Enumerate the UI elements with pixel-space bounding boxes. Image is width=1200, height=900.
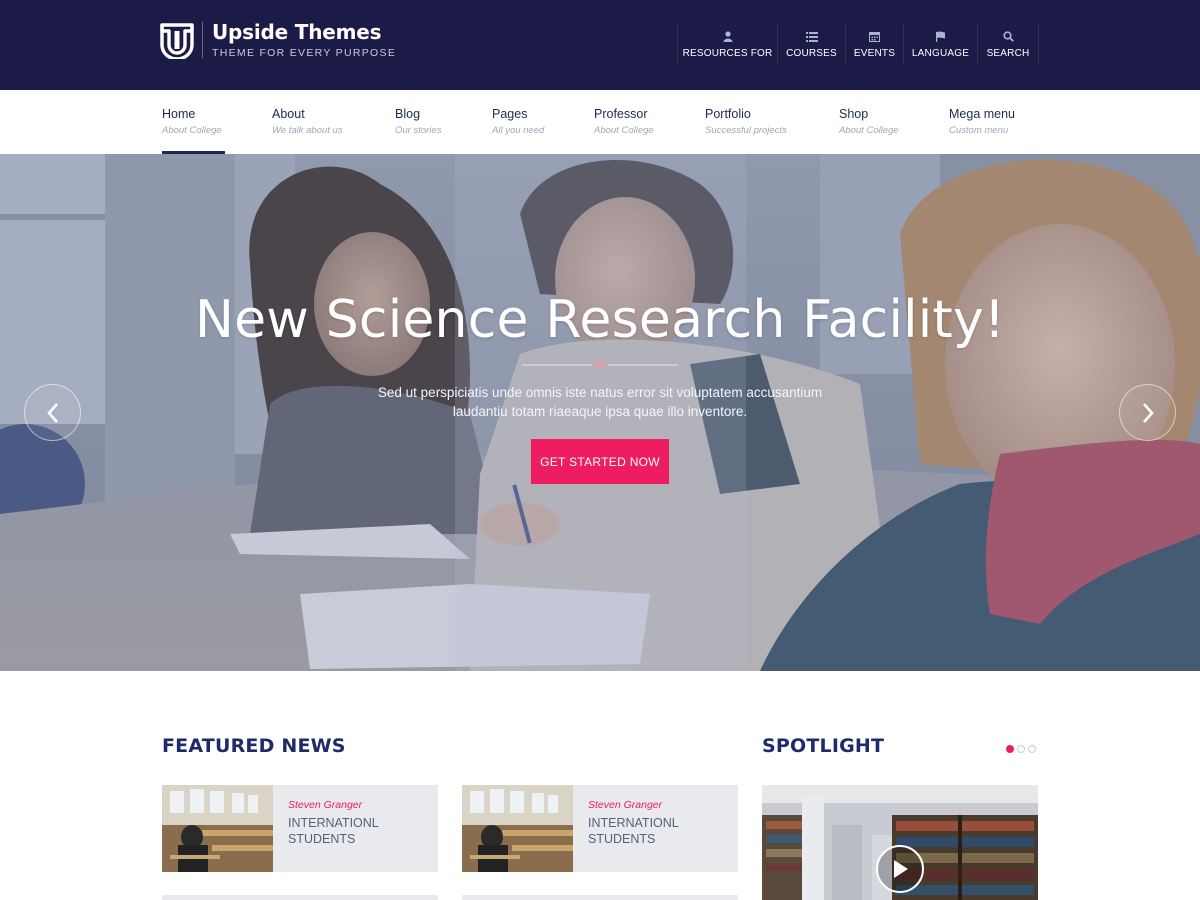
top-menu-resources[interactable]: RESOURCES FOR bbox=[677, 23, 777, 65]
nav-item-label: Professor bbox=[594, 107, 648, 121]
news-title[interactable]: INTERNATIONL STUDENTS bbox=[288, 815, 398, 847]
pagination-dot[interactable] bbox=[1028, 745, 1036, 753]
get-started-button[interactable]: GET STARTED NOW bbox=[531, 439, 669, 484]
top-menu-label: COURSES bbox=[786, 47, 837, 59]
chevron-left-icon bbox=[46, 402, 58, 423]
nav-item-portfolio[interactable]: Portfolio Successful projects bbox=[705, 106, 787, 138]
top-menu-label: SEARCH bbox=[986, 47, 1030, 59]
hero-title: New Science Research Facility! bbox=[194, 290, 1006, 350]
nav-item-subtitle: Our stories bbox=[395, 125, 442, 136]
news-card-body: Steven Granger INTERNATIONL STUDENTS bbox=[273, 785, 398, 872]
brand-tagline: THEME FOR EVERY PURPOSE bbox=[212, 47, 397, 59]
spotlight-heading: SPOTLIGHT bbox=[762, 735, 885, 757]
nav-item-label: Shop bbox=[839, 107, 869, 121]
list-icon bbox=[805, 30, 818, 44]
nav-item-subtitle: About College bbox=[839, 125, 899, 136]
pagination-dot[interactable] bbox=[1017, 745, 1025, 753]
nav-item-professor[interactable]: Professor About College bbox=[594, 106, 654, 138]
slider-next-button[interactable] bbox=[1119, 384, 1176, 441]
nav-item-pages[interactable]: Pages All you need bbox=[492, 106, 544, 138]
news-card-partial[interactable] bbox=[162, 895, 438, 900]
nav-item-subtitle: We talk about us bbox=[272, 125, 343, 136]
top-menu: RESOURCES FOR COURSES EVENTS LANGUAGE SE… bbox=[677, 23, 1039, 65]
nav-item-home[interactable]: Home About College bbox=[162, 106, 222, 138]
nav-item-subtitle: About College bbox=[594, 125, 654, 136]
top-menu-courses[interactable]: COURSES bbox=[777, 23, 845, 65]
news-card[interactable]: Steven Granger INTERNATIONL STUDENTS bbox=[462, 785, 738, 872]
play-icon bbox=[894, 860, 908, 878]
top-bar: Upside Themes THEME FOR EVERY PURPOSE RE… bbox=[0, 0, 1200, 90]
nav-item-subtitle: Custom menu bbox=[949, 125, 1009, 136]
nav-item-label: Portfolio bbox=[705, 107, 751, 121]
nav-item-label: Pages bbox=[492, 107, 528, 121]
pagination-dot-active[interactable] bbox=[1006, 745, 1014, 753]
news-thumbnail bbox=[462, 785, 573, 872]
user-icon bbox=[723, 30, 733, 44]
nav-item-subtitle: Successful projects bbox=[705, 125, 787, 136]
spotlight-pagination bbox=[1006, 745, 1036, 753]
nav-item-mega-menu[interactable]: Mega menu Custom menu bbox=[949, 106, 1015, 138]
nav-item-label: Mega menu bbox=[949, 107, 1016, 121]
nav-item-shop[interactable]: Shop About College bbox=[839, 106, 899, 138]
main-navigation: Home About College About We talk about u… bbox=[0, 90, 1200, 154]
news-thumbnail bbox=[162, 785, 273, 872]
brand-divider bbox=[202, 22, 203, 58]
flag-icon bbox=[935, 30, 946, 44]
nav-item-label: Blog bbox=[395, 107, 421, 121]
nav-item-subtitle: All you need bbox=[492, 125, 545, 136]
brand-name: Upside Themes bbox=[212, 20, 382, 44]
chevron-right-icon bbox=[1142, 402, 1154, 423]
hero-slider: New Science Research Facility! Sed ut pe… bbox=[0, 154, 1200, 671]
top-menu-language[interactable]: LANGUAGE bbox=[903, 23, 977, 65]
news-author[interactable]: Steven Granger bbox=[588, 799, 698, 812]
news-card-partial[interactable] bbox=[462, 895, 738, 900]
hero-description: Sed ut perspiciatis unde omnis iste natu… bbox=[377, 385, 823, 419]
nav-item-subtitle: About College bbox=[162, 125, 222, 136]
top-menu-events[interactable]: EVENTS bbox=[845, 23, 903, 65]
calendar-icon bbox=[869, 30, 880, 44]
top-menu-label: EVENTS bbox=[853, 47, 896, 59]
nav-item-label: Home bbox=[162, 107, 196, 121]
top-menu-label: RESOURCES FOR bbox=[682, 47, 773, 59]
logo-icon bbox=[160, 23, 194, 59]
brand[interactable]: Upside Themes THEME FOR EVERY PURPOSE bbox=[160, 20, 396, 60]
play-video-button[interactable] bbox=[876, 845, 924, 893]
news-card-body: Steven Granger INTERNATIONL STUDENTS bbox=[573, 785, 698, 872]
nav-item-about[interactable]: About We talk about us bbox=[272, 106, 343, 138]
slider-prev-button[interactable] bbox=[24, 384, 81, 441]
nav-item-blog[interactable]: Blog Our stories bbox=[395, 106, 441, 138]
brand-text: Upside Themes THEME FOR EVERY PURPOSE bbox=[212, 20, 396, 60]
news-title[interactable]: INTERNATIONL STUDENTS bbox=[588, 815, 698, 847]
top-menu-label: LANGUAGE bbox=[911, 47, 970, 59]
news-card[interactable]: Steven Granger INTERNATIONL STUDENTS bbox=[162, 785, 438, 872]
top-menu-search[interactable]: SEARCH bbox=[977, 23, 1039, 65]
news-author[interactable]: Steven Granger bbox=[288, 799, 398, 812]
featured-news-heading: FEATURED NEWS bbox=[162, 735, 346, 757]
search-icon bbox=[1002, 30, 1014, 44]
nav-item-label: About bbox=[272, 107, 305, 121]
hero-title-divider bbox=[522, 360, 678, 369]
